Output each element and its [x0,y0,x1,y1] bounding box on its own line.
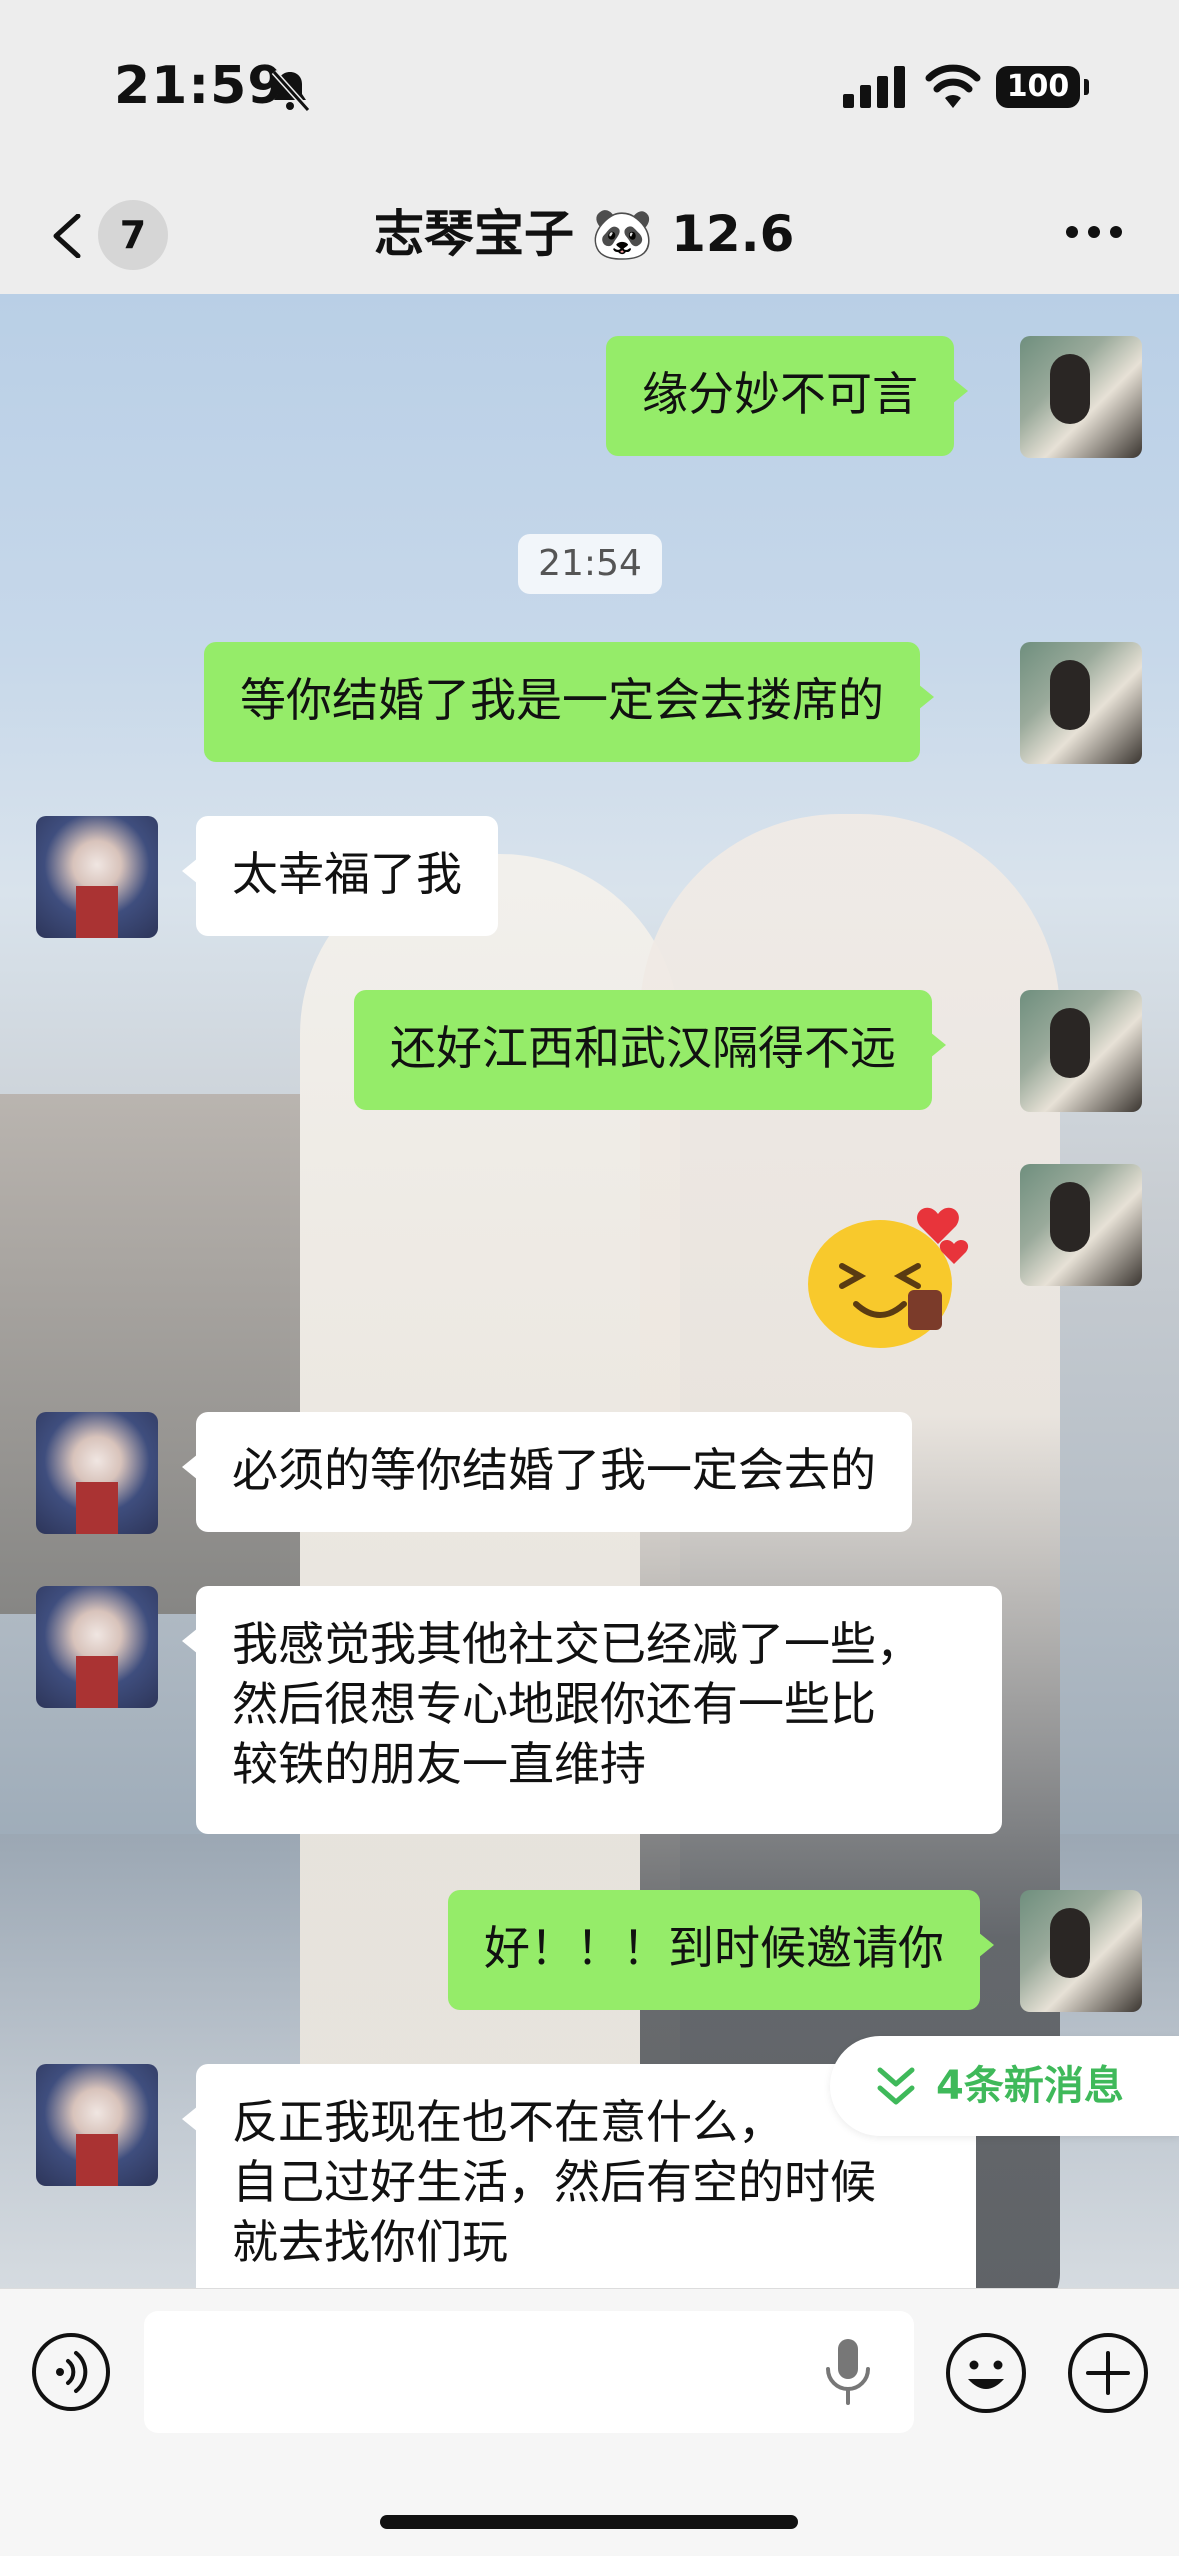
double-chevron-down-icon [877,2067,915,2105]
new-messages-button[interactable]: 4条新消息 [830,2036,1179,2136]
back-button[interactable]: 7 [42,200,168,270]
wifi-icon [925,64,981,108]
nav-bar: 7 志琴宝子 🐼 12.6 [0,170,1179,294]
avatar-friend[interactable] [36,1586,158,1708]
voice-icon[interactable] [30,2331,112,2413]
message-text: 反正我现在也不在意什么， 自己过好生活，然后有空的时候 就去找你们玩 [232,2095,876,2269]
bell-slash-icon [271,69,311,113]
message-text: 等你结婚了我是一定会去搂席的 [240,673,884,727]
grinning-hug-sticker[interactable] [800,1194,980,1354]
avatar-friend[interactable] [36,2064,158,2186]
message-text: 缘分妙不可言 [642,367,918,421]
avatar-self[interactable] [1020,1890,1142,2012]
message-text: 还好江西和武汉隔得不远 [390,1021,896,1075]
avatar-self[interactable] [1020,336,1142,458]
background-building [0,1094,300,1614]
home-indicator[interactable] [380,2515,798,2529]
microphone-icon[interactable] [822,2337,874,2407]
chat-title: 志琴宝子 🐼 12.6 [374,205,795,263]
message-bubble-outgoing[interactable]: 等你结婚了我是一定会去搂席的 [204,642,934,762]
message-bubble-incoming[interactable]: 太幸福了我 [182,816,498,936]
message-text: 必须的等你结婚了我一定会去的 [232,1443,876,1497]
battery-icon: 100 [996,66,1089,108]
unread-count-badge: 7 [98,200,168,270]
message-bubble-outgoing[interactable]: 还好江西和武汉隔得不远 [354,990,946,1110]
timestamp-divider: 21:54 [518,534,662,594]
new-messages-label: 4条新消息 [936,2063,1124,2109]
input-bar [0,2288,1179,2556]
message-text: 好！！！到时候邀请你 [484,1921,944,1975]
message-bubble-incoming[interactable]: 我感觉我其他社交已经减了一些， 然后很想专心地跟你还有一些比 较铁的朋友一直维持 [182,1586,1002,1834]
chevron-left-icon [53,214,81,258]
message-bubble-incoming[interactable]: 必须的等你结婚了我一定会去的 [182,1412,912,1532]
avatar-self[interactable] [1020,642,1142,764]
message-bubble-outgoing[interactable]: 好！！！到时候邀请你 [448,1890,994,2010]
emoji-icon[interactable] [944,2331,1028,2415]
chat-background[interactable]: 缘分妙不可言 21:54 等你结婚了我是一定会去搂席的 太幸福了我 还好江西和武… [0,294,1179,2288]
more-dots-icon[interactable] [1064,210,1124,254]
avatar-self[interactable] [1020,990,1142,1112]
status-time: 21:59 [114,56,285,116]
message-bubble-outgoing[interactable]: 缘分妙不可言 [606,336,968,456]
avatar-friend[interactable] [36,816,158,938]
message-input[interactable] [144,2311,914,2433]
avatar-friend[interactable] [36,1412,158,1534]
plus-icon[interactable] [1066,2331,1150,2415]
status-bar: 21:59 100 [0,0,1179,170]
avatar-self[interactable] [1020,1164,1142,1286]
message-text: 太幸福了我 [232,847,462,901]
message-text: 我感觉我其他社交已经减了一些， 然后很想专心地跟你还有一些比 较铁的朋友一直维持 [232,1617,922,1791]
cellular-signal-icon [843,66,905,108]
